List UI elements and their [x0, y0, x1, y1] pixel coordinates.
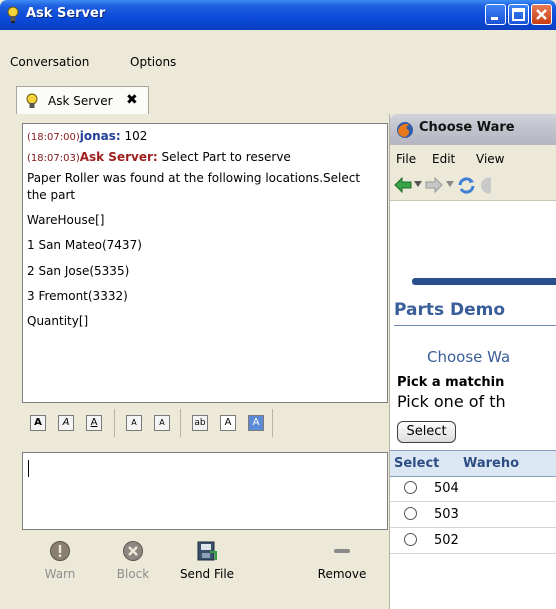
- title-divider: [394, 325, 556, 326]
- column-header-select: Select: [394, 456, 440, 471]
- block-icon: [123, 541, 143, 561]
- maximize-button[interactable]: [508, 4, 529, 25]
- menu-view[interactable]: View: [476, 152, 504, 166]
- tab-ask-server[interactable]: Ask Server ✖: [16, 86, 149, 114]
- block-button[interactable]: Block: [98, 540, 168, 581]
- browser-title: Choose Ware: [419, 120, 515, 135]
- tab-label: Ask Server: [48, 94, 113, 108]
- firefox-icon: [396, 121, 414, 142]
- toolbar-separator: [272, 409, 273, 437]
- message-input[interactable]: [22, 452, 388, 530]
- action-bar: Warn Block Send File Remove: [22, 530, 388, 609]
- italic-icon[interactable]: A: [58, 415, 74, 431]
- underline-icon[interactable]: A: [86, 415, 102, 431]
- close-button[interactable]: [531, 4, 552, 25]
- back-arrow-icon[interactable]: [394, 177, 412, 193]
- chat-line: WareHouse[]: [27, 213, 105, 227]
- warn-button[interactable]: Warn: [25, 540, 95, 581]
- remove-icon: [334, 549, 350, 553]
- menu-options[interactable]: Options: [130, 55, 176, 69]
- warehouse-value: 504: [434, 481, 459, 496]
- select-button[interactable]: Select: [397, 421, 456, 443]
- conversation-log[interactable]: (18:07:00)jonas: 102 (18:07:03)Ask Serve…: [22, 123, 388, 403]
- browser-navigation-bar: [390, 171, 556, 201]
- chat-message: (18:07:00)jonas: 102: [27, 129, 148, 143]
- warn-icon: [50, 541, 70, 561]
- formatting-toolbar: A A A A A ab A A: [22, 405, 388, 439]
- window-title: Ask Server: [26, 6, 106, 21]
- browser-menu-bar: File Edit View: [390, 145, 556, 171]
- text-caret: [28, 460, 29, 477]
- font-icon[interactable]: A: [248, 415, 264, 431]
- chat-message: (18:07:03)Ask Server: Select Part to res…: [27, 150, 291, 164]
- text-color-icon[interactable]: ab: [192, 415, 208, 431]
- chat-line: 3 Fremont(3332): [27, 289, 128, 303]
- menu-edit[interactable]: Edit: [432, 152, 455, 166]
- row-radio-button[interactable]: [404, 533, 417, 546]
- toolbar-separator: [114, 409, 115, 437]
- stop-icon[interactable]: [479, 176, 491, 195]
- chat-line: Paper Roller was found at the following …: [27, 171, 361, 185]
- chat-line: 1 San Mateo(7437): [27, 238, 142, 252]
- menu-bar: Conversation Options: [0, 48, 556, 75]
- table-row: 502: [390, 528, 556, 554]
- chat-line: Quantity[]: [27, 314, 89, 328]
- decrease-font-icon[interactable]: A: [126, 415, 142, 431]
- send-file-button[interactable]: Send File: [172, 540, 242, 581]
- reload-icon[interactable]: [457, 176, 476, 195]
- menu-conversation[interactable]: Conversation: [10, 55, 89, 69]
- table-row: 504: [390, 476, 556, 502]
- warehouse-value: 503: [434, 507, 459, 522]
- table-row: 503: [390, 502, 556, 528]
- tab-close-icon[interactable]: ✖: [126, 92, 138, 108]
- minimize-button[interactable]: [485, 4, 506, 25]
- page-title: Parts Demo: [394, 300, 506, 320]
- back-dropdown-icon[interactable]: [414, 181, 422, 187]
- bold-icon[interactable]: A: [30, 415, 46, 431]
- chat-line: the part: [27, 188, 76, 202]
- send-file-icon: [197, 541, 217, 561]
- page-subtitle: Choose Wa: [427, 348, 511, 366]
- browser-window: Choose Ware File Edit View Parts Demo Ch…: [389, 114, 556, 609]
- tab-row: Ask Server ✖: [0, 74, 556, 114]
- table-header: Select Wareho: [390, 450, 556, 477]
- title-bar[interactable]: Ask Server: [0, 0, 556, 30]
- increase-font-icon[interactable]: A: [154, 415, 170, 431]
- lightbulb-icon: [25, 93, 39, 114]
- forward-arrow-icon[interactable]: [425, 177, 443, 193]
- lightbulb-icon: [6, 6, 20, 27]
- forward-dropdown-icon[interactable]: [446, 181, 454, 187]
- row-radio-button[interactable]: [404, 507, 417, 520]
- browser-title-bar[interactable]: Choose Ware: [390, 114, 556, 145]
- warehouse-value: 502: [434, 533, 459, 548]
- chat-line: 2 San Jose(5335): [27, 264, 130, 278]
- toolbar-separator: [180, 409, 181, 437]
- instruction-text: Pick one of th: [397, 392, 506, 411]
- remove-button[interactable]: Remove: [307, 540, 377, 581]
- header-bar: [412, 278, 556, 285]
- menu-file[interactable]: File: [396, 152, 416, 166]
- instruction-heading: Pick a matchin: [397, 375, 505, 390]
- browser-page: Parts Demo Choose Wa Pick a matchin Pick…: [390, 201, 556, 609]
- column-header-warehouse: Wareho: [463, 456, 520, 471]
- background-color-icon[interactable]: A: [220, 415, 236, 431]
- row-radio-button[interactable]: [404, 481, 417, 494]
